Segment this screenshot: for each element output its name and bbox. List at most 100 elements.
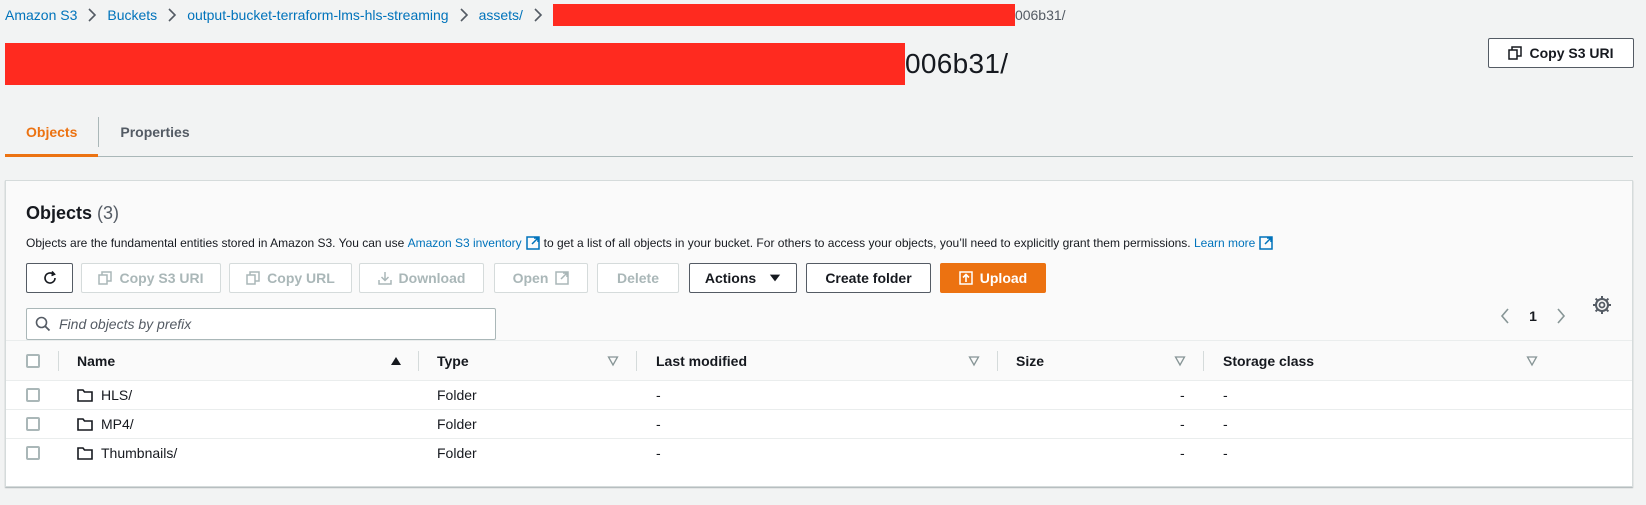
object-size: -: [1180, 445, 1185, 461]
column-header-storage-class[interactable]: Storage class: [1223, 341, 1314, 381]
pagination: 1: [1491, 301, 1575, 331]
create-folder-button[interactable]: Create folder: [806, 263, 931, 293]
search-icon: [35, 316, 51, 332]
refresh-button[interactable]: [26, 263, 73, 293]
sort-icon[interactable]: [607, 355, 619, 367]
column-divider: [997, 351, 998, 371]
table-row[interactable]: HLS/ Folder - - -: [6, 381, 1632, 410]
objects-panel: Objects (3) Objects are the fundamental …: [5, 180, 1633, 487]
row-checkbox[interactable]: [26, 417, 40, 431]
delete-button[interactable]: Delete: [597, 263, 679, 293]
column-header-name[interactable]: Name: [77, 341, 115, 381]
breadcrumb-bucket[interactable]: output-bucket-terraform-lms-hls-streamin…: [187, 7, 448, 23]
object-storage-class: -: [1223, 416, 1228, 432]
previous-page-button[interactable]: [1491, 308, 1519, 324]
upload-button[interactable]: Upload: [940, 263, 1046, 293]
row-checkbox[interactable]: [26, 388, 40, 402]
chevron-right-icon: [449, 8, 479, 22]
object-last-modified: -: [656, 445, 661, 461]
breadcrumb-buckets[interactable]: Buckets: [107, 7, 157, 23]
chevron-right-icon: [77, 8, 107, 22]
folder-icon: [77, 389, 93, 402]
redaction-block: [5, 43, 905, 85]
copy-s3-uri-toolbar-label: Copy S3 URI: [119, 270, 204, 286]
external-link-icon: [555, 271, 570, 285]
search-input-container: [26, 308, 496, 340]
download-icon: [377, 272, 392, 285]
column-divider: [418, 351, 419, 371]
copy-s3-uri-button[interactable]: Copy S3 URI: [1488, 38, 1634, 68]
copy-s3-uri-label: Copy S3 URI: [1529, 45, 1614, 61]
inventory-link[interactable]: Amazon S3 inventory: [408, 236, 522, 250]
page-number[interactable]: 1: [1519, 308, 1547, 324]
chevron-left-icon: [1500, 308, 1509, 324]
description-text-2: to get a list of all objects in your buc…: [543, 236, 1191, 250]
tab-objects[interactable]: Objects: [5, 108, 99, 157]
object-last-modified: -: [656, 387, 661, 403]
object-name-link[interactable]: HLS/: [101, 381, 132, 409]
column-divider: [58, 351, 59, 371]
copy-icon: [1508, 46, 1523, 60]
upload-icon: [959, 271, 973, 285]
column-header-type[interactable]: Type: [437, 341, 469, 381]
object-last-modified: -: [656, 416, 661, 432]
object-name-link[interactable]: Thumbnails/: [101, 439, 177, 467]
table-row[interactable]: MP4/ Folder - - -: [6, 410, 1632, 439]
breadcrumb: Amazon S3 Buckets output-bucket-terrafor…: [5, 4, 1066, 26]
tab-bar: Objects Properties: [5, 108, 1633, 157]
copy-icon: [98, 271, 113, 285]
column-header-last-modified[interactable]: Last modified: [656, 341, 747, 381]
open-button[interactable]: Open: [494, 263, 588, 293]
select-all-checkbox[interactable]: [26, 354, 40, 368]
delete-label: Delete: [616, 270, 660, 286]
learn-more-link[interactable]: Learn more: [1194, 236, 1255, 250]
copy-url-label: Copy URL: [267, 270, 335, 286]
objects-heading: Objects (3): [26, 203, 119, 224]
download-button[interactable]: Download: [359, 263, 484, 293]
actions-dropdown[interactable]: Actions: [689, 263, 797, 293]
column-divider: [1203, 351, 1204, 371]
column-divider: [636, 351, 637, 371]
create-folder-label: Create folder: [825, 270, 912, 286]
actions-label: Actions: [704, 270, 757, 286]
chevron-right-icon: [523, 8, 553, 22]
object-size: -: [1180, 387, 1185, 403]
sort-icon[interactable]: [1526, 355, 1538, 367]
sort-ascending-icon[interactable]: [390, 355, 402, 367]
gear-icon[interactable]: [1591, 294, 1613, 316]
open-label: Open: [512, 270, 549, 286]
object-name-link[interactable]: MP4/: [101, 410, 134, 438]
search-input[interactable]: [59, 316, 479, 332]
objects-description: Objects are the fundamental entities sto…: [26, 236, 1277, 250]
object-storage-class: -: [1223, 387, 1228, 403]
breadcrumb-amazon-s3[interactable]: Amazon S3: [5, 7, 77, 23]
copy-s3-uri-toolbar-button[interactable]: Copy S3 URI: [81, 263, 221, 293]
chevron-right-icon: [1557, 308, 1566, 324]
copy-icon: [246, 271, 260, 285]
page-title-suffix: 006b31/: [905, 48, 1009, 79]
upload-label: Upload: [979, 270, 1028, 286]
next-page-button[interactable]: [1547, 308, 1575, 324]
sort-icon[interactable]: [968, 355, 980, 367]
object-type: Folder: [437, 416, 477, 432]
external-link-icon: [1259, 236, 1274, 250]
description-text: Objects are the fundamental entities sto…: [26, 236, 405, 250]
object-size: -: [1180, 416, 1185, 432]
page-title: 006b31/: [5, 43, 1008, 85]
breadcrumb-assets[interactable]: assets/: [479, 7, 523, 23]
table-row[interactable]: Thumbnails/ Folder - - -: [6, 439, 1632, 468]
objects-count: (3): [97, 203, 120, 223]
object-storage-class: -: [1223, 445, 1228, 461]
objects-panel-header: Objects (3) Objects are the fundamental …: [6, 181, 1632, 355]
external-link-icon: [525, 236, 540, 250]
download-label: Download: [398, 270, 466, 286]
row-checkbox[interactable]: [26, 446, 40, 460]
breadcrumb-current: 006b31/: [1014, 7, 1066, 23]
caret-down-icon: [770, 274, 781, 282]
tab-properties[interactable]: Properties: [99, 108, 210, 156]
sort-icon[interactable]: [1174, 355, 1186, 367]
column-header-size[interactable]: Size: [1016, 341, 1044, 381]
copy-url-button[interactable]: Copy URL: [229, 263, 352, 293]
folder-icon: [77, 447, 93, 460]
folder-icon: [77, 418, 93, 431]
